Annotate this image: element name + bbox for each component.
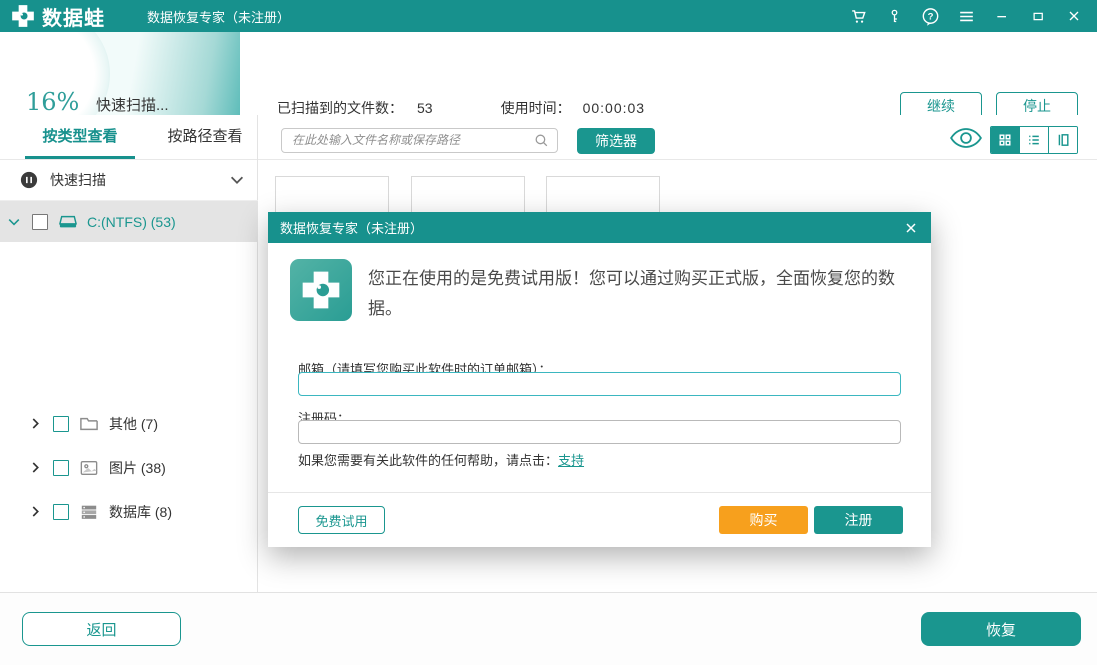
registration-code-field[interactable] [298,420,901,444]
help-text: 如果您需要有关此软件的任何帮助，请点击： [298,453,558,468]
other-checkbox[interactable] [53,416,69,432]
dialog-close-icon[interactable] [899,216,923,240]
chevron-right-icon[interactable] [28,504,43,519]
help-line: 如果您需要有关此软件的任何帮助，请点击：支持 [298,450,584,469]
drive-c-checkbox[interactable] [32,214,48,230]
key-icon[interactable] [881,3,907,29]
brand-name: 数据蛙 [42,2,105,31]
scan-status-label: 快速扫描... [96,94,169,115]
recover-button[interactable]: 恢复 [921,612,1081,646]
trial-message: 您正在使用的是免费试用版！您可以通过购买正式版，全面恢复您的数据。 [368,264,898,324]
tree-item-images[interactable]: 图片 (38) [0,447,258,488]
menu-icon[interactable] [953,3,979,29]
view-tabs: 按类型查看 按路径查看 [0,115,258,160]
tree-item-other[interactable]: 其他 (7) [0,403,258,444]
tree-item-label: 图片 (38) [109,458,166,478]
titlebar-icons: ? [845,0,1087,32]
images-checkbox[interactable] [53,460,69,476]
chevron-right-icon[interactable] [28,460,43,475]
toolbar: 按类型查看 按路径查看 筛选器 [0,115,1097,160]
tree-item-database[interactable]: 数据库 (8) [0,491,258,532]
support-link[interactable]: 支持 [558,453,584,468]
chevron-right-icon[interactable] [28,416,43,431]
register-button[interactable]: 注册 [814,506,903,534]
app-logo-badge [290,259,352,321]
scan-section-header[interactable]: 快速扫描 [0,160,258,201]
drive-icon [58,213,78,231]
close-icon[interactable] [1061,3,1087,29]
column-view-icon[interactable] [1048,127,1077,153]
free-trial-button[interactable]: 免费试用 [298,506,385,534]
chevron-down-icon[interactable] [6,214,22,230]
svg-text:?: ? [927,11,933,22]
preview-eye-icon[interactable] [948,125,984,151]
sidebar: 快速扫描 C:(NTFS) (53) 其他 (7) [0,160,258,592]
view-mode-switch [990,126,1078,154]
image-icon [79,459,99,477]
grid-view-icon[interactable] [991,127,1019,153]
registration-dialog: 数据恢复专家（未注册） 您正在使用的是免费试用版！您可以通过购买正式版，全面恢复… [268,212,931,547]
email-field[interactable] [298,372,901,396]
progress-panel: 16% 快速扫描... [0,32,240,115]
chevron-down-icon[interactable] [228,171,246,189]
scan-header: 16% 快速扫描... 已扫描到的文件数： 53 使用时间： 00:00:03 … [0,32,1097,115]
search-box [281,128,558,153]
minimize-icon[interactable] [989,3,1015,29]
maximize-icon[interactable] [1025,3,1051,29]
database-checkbox[interactable] [53,504,69,520]
elapsed-time-value: 00:00:03 [583,100,646,116]
brand: 数据蛙 [10,2,105,31]
progress-percent: 16% [26,88,79,115]
window-title: 数据恢复专家（未注册） [147,7,290,26]
tree-item-label: C:(NTFS) (53) [87,214,176,230]
dialog-footer: 免费试用 购买 注册 [268,492,931,547]
bottom-bar: 返回 恢复 [0,592,1097,665]
database-icon [79,503,99,521]
folder-icon [79,415,99,433]
tree-item-label: 其他 (7) [109,414,158,434]
list-view-icon[interactable] [1019,127,1048,153]
back-button[interactable]: 返回 [22,612,181,646]
tree-item-drive-c[interactable]: C:(NTFS) (53) [0,201,258,242]
tree-item-label: 数据库 (8) [109,502,172,522]
titlebar: 数据蛙 数据恢复专家（未注册） ? [0,0,1097,32]
dialog-header: 数据恢复专家（未注册） [268,212,931,243]
dialog-title: 数据恢复专家（未注册） [280,218,423,237]
cart-icon[interactable] [845,3,871,29]
tab-view-by-type[interactable]: 按类型查看 [25,115,135,159]
app-logo-icon [10,3,36,29]
search-icon[interactable] [533,132,550,149]
buy-button[interactable]: 购买 [719,506,808,534]
tab-view-by-path[interactable]: 按路径查看 [150,115,260,159]
files-scanned-count: 53 [417,100,433,116]
filter-button[interactable]: 筛选器 [577,128,655,154]
scan-section-label: 快速扫描 [50,170,106,190]
search-input[interactable] [282,133,533,148]
help-icon[interactable]: ? [917,3,943,29]
app-window: 数据蛙 数据恢复专家（未注册） ? [0,0,1097,665]
pause-icon[interactable] [20,171,38,189]
